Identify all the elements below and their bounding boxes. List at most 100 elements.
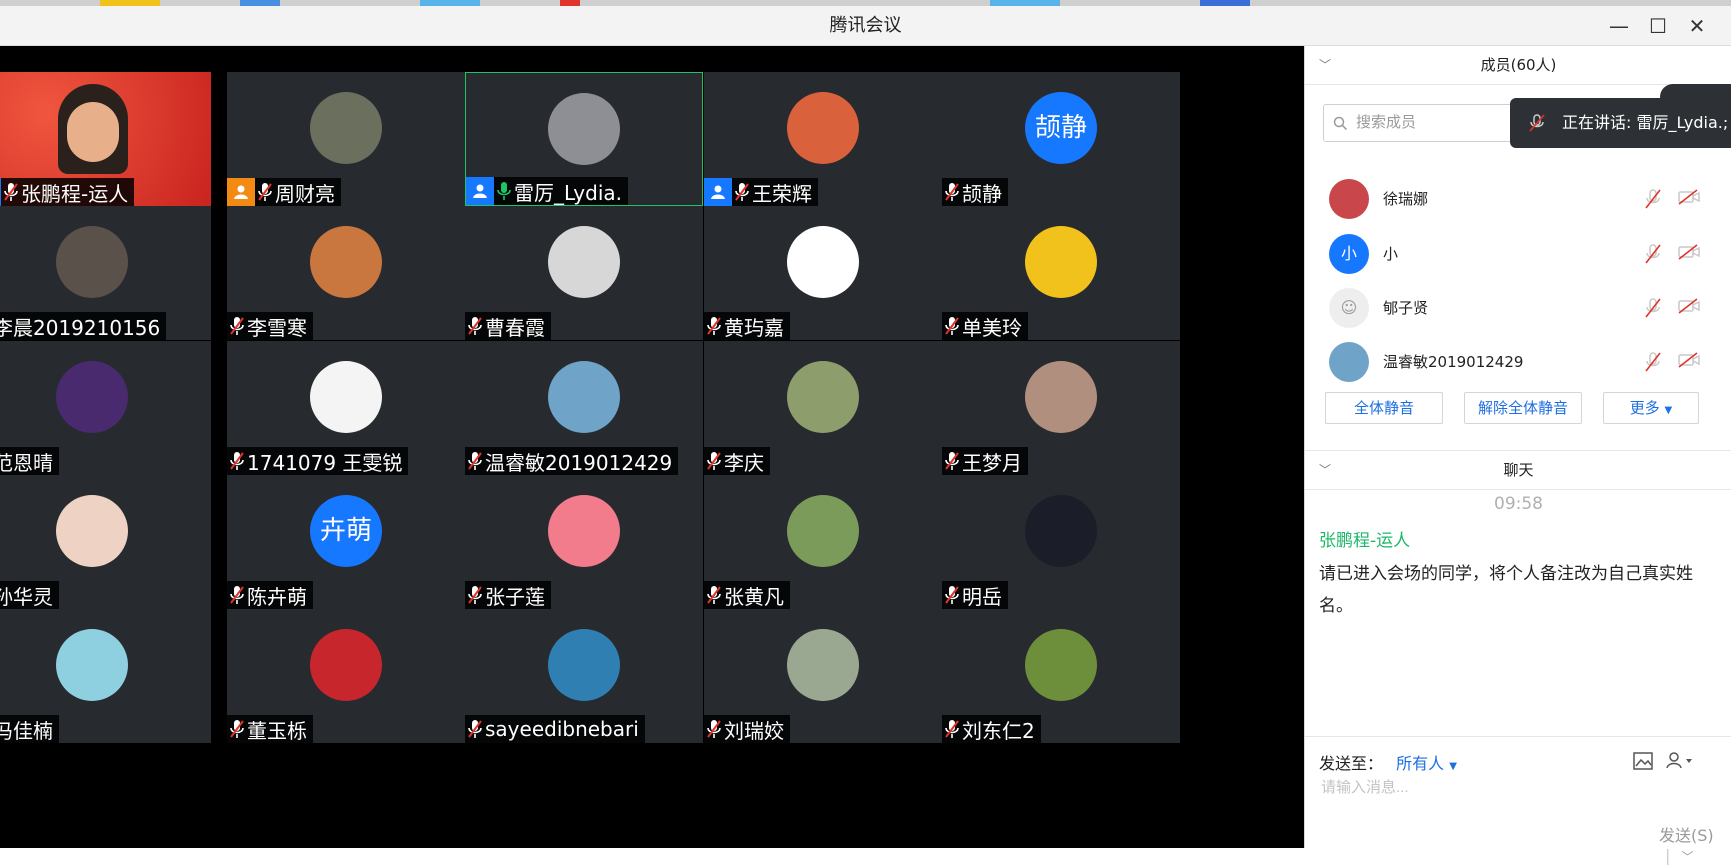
camera-off-icon[interactable]	[1677, 351, 1701, 373]
avatar	[1329, 342, 1369, 382]
send-button[interactable]: 发送(S) | ﹀	[1659, 822, 1731, 865]
maximize-button[interactable]: ☐	[1638, 6, 1678, 46]
avatar	[310, 226, 382, 298]
name-bar: 冯佳楠	[0, 715, 59, 743]
members-title: 成员(60人)	[1480, 56, 1557, 74]
chevron-down-icon[interactable]: ﹀	[1681, 850, 1693, 864]
member-row[interactable]: 温睿敏2019012429	[1305, 333, 1731, 389]
avatar	[56, 495, 128, 567]
mic-muted-icon	[227, 581, 247, 609]
close-button[interactable]: ✕	[1677, 6, 1717, 46]
participant-tile[interactable]: sayeedibnebari	[465, 609, 703, 743]
avatar: 卉萌	[310, 495, 382, 567]
name-bar: 温睿敏2019012429	[465, 447, 679, 475]
participant-tile[interactable]: 单美玲	[942, 206, 1180, 340]
mute-all-button[interactable]: 全体静音	[1325, 392, 1443, 424]
chat-timestamp: 09:58	[1494, 494, 1543, 514]
name-bar: 刘东仁2	[942, 715, 1041, 743]
participant-tile[interactable]: 王荣辉	[704, 72, 942, 206]
chevron-down-icon[interactable]: ﹀	[1319, 46, 1331, 84]
chat-title: 聊天	[1503, 461, 1534, 479]
participant-tile[interactable]: 孙华灵	[0, 475, 211, 609]
chat-input[interactable]	[1319, 778, 1703, 797]
avatar	[787, 629, 859, 701]
file-share-icon[interactable]	[1665, 750, 1695, 770]
participant-tile[interactable]: 刘瑞姣	[704, 609, 942, 743]
participant-tile[interactable]: 周财亮	[227, 72, 465, 206]
mic-muted-icon[interactable]	[1643, 351, 1663, 377]
name-bar: 李庆	[704, 447, 770, 475]
recipient-select[interactable]: 所有人 ▼	[1396, 754, 1457, 773]
participant-tile[interactable]: 李晨2019210156	[0, 206, 211, 340]
mic-muted-icon[interactable]	[1643, 188, 1663, 214]
avatar	[310, 629, 382, 701]
participant-name: 冯佳楠	[0, 718, 53, 743]
image-icon[interactable]	[1633, 752, 1653, 770]
mic-muted-icon[interactable]	[1643, 297, 1663, 323]
minimize-button[interactable]: —	[1599, 6, 1639, 46]
participant-tile[interactable]: 冯佳楠	[0, 609, 211, 743]
participant-name: 曹春霞	[485, 315, 545, 340]
participant-tile[interactable]: 卉萌 陈卉萌	[227, 475, 465, 609]
participant-tile[interactable]: 温睿敏2019012429	[465, 341, 703, 475]
minimize-icon: —	[1609, 14, 1629, 38]
participant-tile[interactable]: 雷厉_Lydia.	[465, 72, 703, 206]
participant-tile[interactable]: 范恩晴	[0, 341, 211, 475]
host-badge-icon	[466, 177, 494, 205]
chat-header[interactable]: ﹀ 聊天	[1305, 450, 1731, 490]
chat-sender: 张鹏程-运人	[1319, 531, 1411, 551]
participant-tile[interactable]: 明岳	[942, 475, 1180, 609]
member-row[interactable]: 小小	[1305, 225, 1731, 281]
name-bar: 刘瑞姣	[704, 715, 790, 743]
participant-tile[interactable]: 李雪寒	[227, 206, 465, 340]
send-label: 发送(S)	[1659, 826, 1714, 845]
mic-muted-icon	[465, 312, 485, 340]
participant-name: 李庆	[724, 450, 764, 475]
avatar	[56, 361, 128, 433]
mic-muted-icon	[942, 715, 962, 743]
chevron-down-icon[interactable]: ﹀	[1319, 451, 1331, 489]
name-bar: 明岳	[942, 581, 1008, 609]
participant-tile[interactable]: 黄玙嘉	[704, 206, 942, 340]
member-search-input[interactable]	[1354, 113, 1528, 132]
participant-tile[interactable]: 董玉栎	[227, 609, 465, 743]
participant-tile[interactable]: 张鹏程-运人	[0, 72, 211, 206]
participant-tile[interactable]: 刘东仁2	[942, 609, 1180, 743]
more-button[interactable]: 更多 ▼	[1603, 392, 1699, 424]
camera-off-icon[interactable]	[1677, 297, 1701, 319]
member-search[interactable]	[1323, 104, 1533, 142]
participant-tile[interactable]: 张子莲	[465, 475, 703, 609]
members-header[interactable]: ﹀ 成员(60人)	[1305, 46, 1731, 85]
name-bar: 颉静	[942, 178, 1008, 206]
participant-tile[interactable]: 1741079 王雯锐	[227, 341, 465, 475]
participant-tile[interactable]: 李庆	[704, 341, 942, 475]
mic-muted-icon	[704, 447, 724, 475]
member-row[interactable]: ☺ 郇子贤	[1305, 279, 1731, 335]
avatar	[56, 629, 128, 701]
participant-name: 单美玲	[962, 315, 1022, 340]
participant-name: 颉静	[962, 181, 1002, 206]
mic-muted-icon[interactable]	[1643, 243, 1663, 269]
participant-name: 范恩晴	[0, 450, 53, 475]
participant-name: 张黄凡	[724, 584, 784, 609]
participant-name: 温睿敏2019012429	[485, 450, 673, 475]
participant-name: 王荣辉	[752, 181, 812, 206]
participant-tile[interactable]: 曹春霞	[465, 206, 703, 340]
participant-name: 刘瑞姣	[724, 718, 784, 743]
participant-tile[interactable]: 颉静 颉静	[942, 72, 1180, 206]
camera-off-icon[interactable]	[1677, 188, 1701, 210]
participant-tile[interactable]: 王梦月	[942, 341, 1180, 475]
name-bar: 李晨2019210156	[0, 312, 167, 340]
member-row[interactable]: 徐瑞娜	[1305, 170, 1731, 226]
mic-muted-icon	[465, 447, 485, 475]
participant-name: 董玉栎	[247, 718, 307, 743]
close-icon: ✕	[1688, 14, 1706, 38]
member-name: 小	[1383, 245, 1399, 263]
maximize-icon: ☐	[1649, 14, 1667, 38]
participant-tile[interactable]: 张黄凡	[704, 475, 942, 609]
participant-name: 雷厉_Lydia.	[514, 180, 623, 205]
mic-muted-icon	[227, 312, 247, 340]
unmute-all-button[interactable]: 解除全体静音	[1464, 392, 1582, 424]
camera-off-icon[interactable]	[1677, 243, 1701, 265]
speaking-text: 正在讲话: 雷厉_Lydia.;	[1562, 113, 1729, 132]
